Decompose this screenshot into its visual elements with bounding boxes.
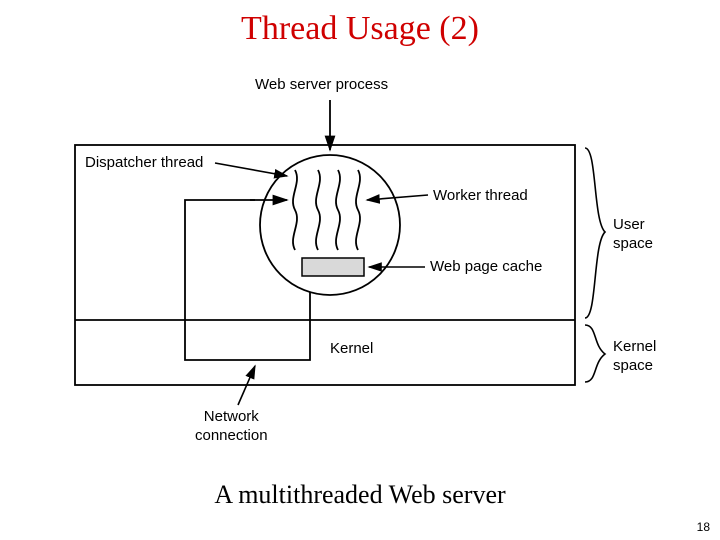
label-web-server-process: Web server process — [255, 76, 388, 95]
page-title: Thread Usage (2) — [0, 10, 720, 48]
diagram-svg — [55, 70, 673, 465]
label-web-page-cache: Web page cache — [430, 258, 542, 277]
label-dispatcher-thread: Dispatcher thread — [85, 154, 203, 173]
label-network-connection: Network connection — [195, 408, 268, 446]
label-worker-thread: Worker thread — [433, 187, 528, 206]
label-user-space: User space — [613, 216, 653, 254]
label-kernel-space: Kernel space — [613, 338, 656, 376]
label-kernel: Kernel — [330, 340, 373, 359]
caption: A multithreaded Web server — [0, 480, 720, 510]
page-number: 18 — [697, 520, 710, 534]
webserver-diagram: Web server process Dispatcher thread Wor… — [55, 70, 673, 465]
